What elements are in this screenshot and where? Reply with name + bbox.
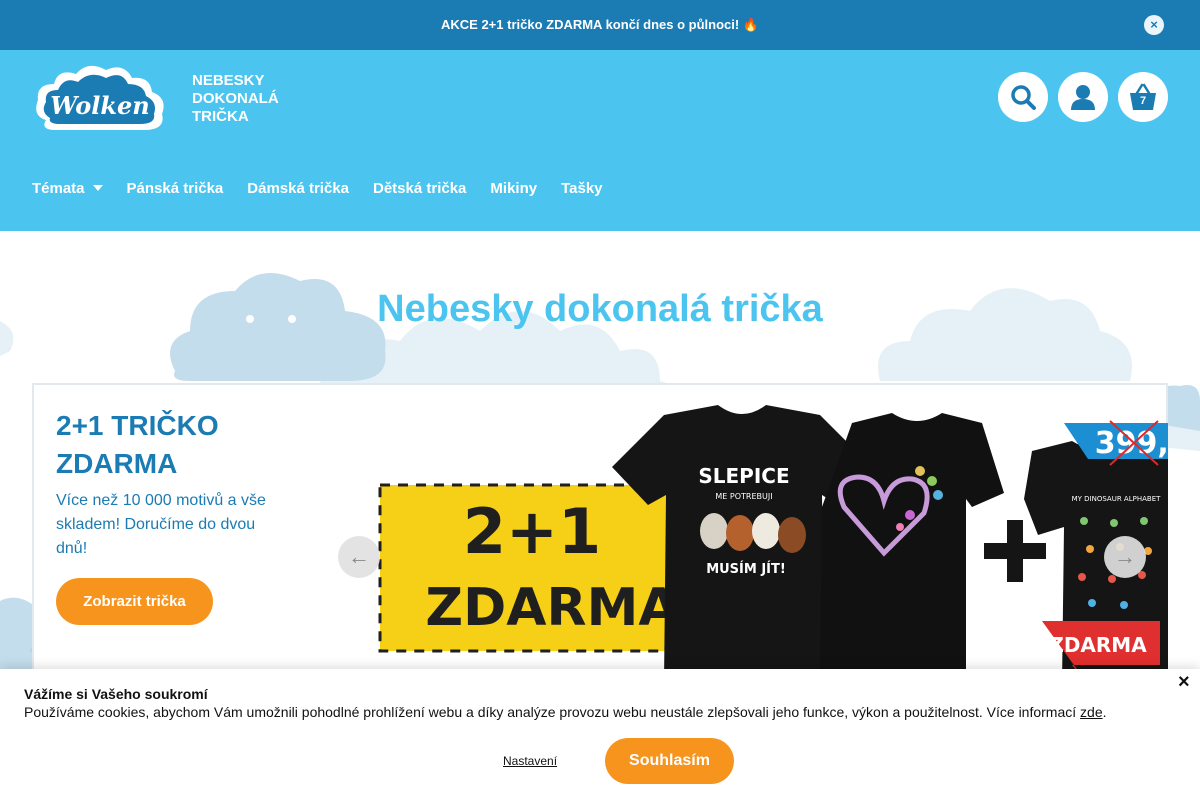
- cookie-title: Vážíme si Vašeho soukromí: [24, 686, 208, 702]
- promo-bar: AKCE 2+1 tričko ZDARMA končí dnes o půln…: [0, 0, 1200, 50]
- nav-item-detska-tricka[interactable]: Dětská trička: [373, 176, 466, 200]
- main-nav: Témata Pánská trička Dámská trička Dětsk…: [32, 176, 627, 200]
- cookie-text: Používáme cookies, abychom Vám umožnili …: [24, 704, 1107, 720]
- old-price: 399,-: [1095, 426, 1168, 461]
- nav-item-label: Témata: [32, 179, 85, 197]
- cookie-accept-button[interactable]: Souhlasím: [605, 738, 734, 784]
- logo-text: Wolken: [50, 91, 149, 120]
- shirt-1-line-3: MUSÍM JÍT!: [706, 561, 786, 577]
- shirt-3-text: MY DINOSAUR ALPHABET: [1072, 495, 1162, 503]
- site-header: Wolken NEBESKY DOKONALÁ TRIČKA 7 Témata …: [0, 50, 1200, 231]
- nav-item-tasky[interactable]: Tašky: [561, 176, 602, 200]
- cookie-text-end: .: [1102, 704, 1107, 720]
- shirt-1-line-1: SLEPICE: [698, 464, 789, 488]
- cart-count-badge: 7: [1139, 95, 1147, 107]
- wolken-logo[interactable]: Wolken: [32, 60, 168, 134]
- arrow-right-icon: →: [1114, 544, 1136, 569]
- promo-text[interactable]: AKCE 2+1 tričko ZDARMA končí dnes o půln…: [0, 17, 1200, 33]
- slide-text: Více než 10 000 motivů a vše skladem! Do…: [56, 492, 266, 557]
- account-button[interactable]: [1058, 72, 1108, 122]
- nav-item-damska-tricka[interactable]: Dámská trička: [247, 176, 349, 200]
- search-icon: [1011, 85, 1036, 110]
- cookie-more-info-link[interactable]: zde: [1080, 704, 1103, 720]
- arrow-left-icon: ←: [348, 544, 370, 569]
- search-button[interactable]: [998, 72, 1048, 122]
- cookie-description: Používáme cookies, abychom Vám umožnili …: [24, 704, 1081, 720]
- banner-line-2: ZDARMA: [425, 578, 678, 638]
- cookie-close-button[interactable]: ×: [1178, 671, 1190, 694]
- show-tshirts-button[interactable]: Zobrazit trička: [56, 578, 213, 625]
- user-icon: [1071, 85, 1095, 110]
- slider-next-button[interactable]: →: [1104, 536, 1146, 578]
- hero-title: Nebesky dokonalá trička: [377, 288, 823, 330]
- caret-down-icon: [92, 185, 103, 191]
- slide-heading: 2+1 TRIČKO ZDARMA: [56, 410, 219, 479]
- free-badge: ZDARMA: [1049, 633, 1147, 657]
- promo-slider: 2+1 TRIČKO ZDARMA Více než 10 000 motivů…: [32, 383, 1168, 671]
- cookie-settings-link[interactable]: Nastavení: [503, 754, 557, 768]
- tagline: NEBESKY DOKONALÁ TRIČKA: [192, 72, 279, 125]
- page: AKCE 2+1 tričko ZDARMA končí dnes o půln…: [0, 0, 1200, 800]
- shirt-1-line-2: ME POTREBUJI: [715, 492, 772, 501]
- banner-line-1: 2+1: [463, 495, 601, 568]
- promo-close-button[interactable]: ×: [1144, 15, 1164, 35]
- slider-prev-button[interactable]: ←: [338, 536, 380, 578]
- cookie-consent-bar: Vážíme si Vašeho soukromí Používáme cook…: [0, 669, 1200, 800]
- hero-section: Nebesky dokonalá trička 2+1 TRIČKO ZDARM…: [0, 231, 1200, 671]
- nav-item-temata[interactable]: Témata: [32, 176, 103, 200]
- nav-item-panska-tricka[interactable]: Pánská trička: [127, 176, 224, 200]
- cart-button[interactable]: 7: [1118, 72, 1168, 122]
- nav-item-mikiny[interactable]: Mikiny: [490, 176, 537, 200]
- promo-banner-image[interactable]: 2+1 ZDARMA SLEPICE ME POTREBUJI MUSÍM JÍ…: [372, 403, 1168, 671]
